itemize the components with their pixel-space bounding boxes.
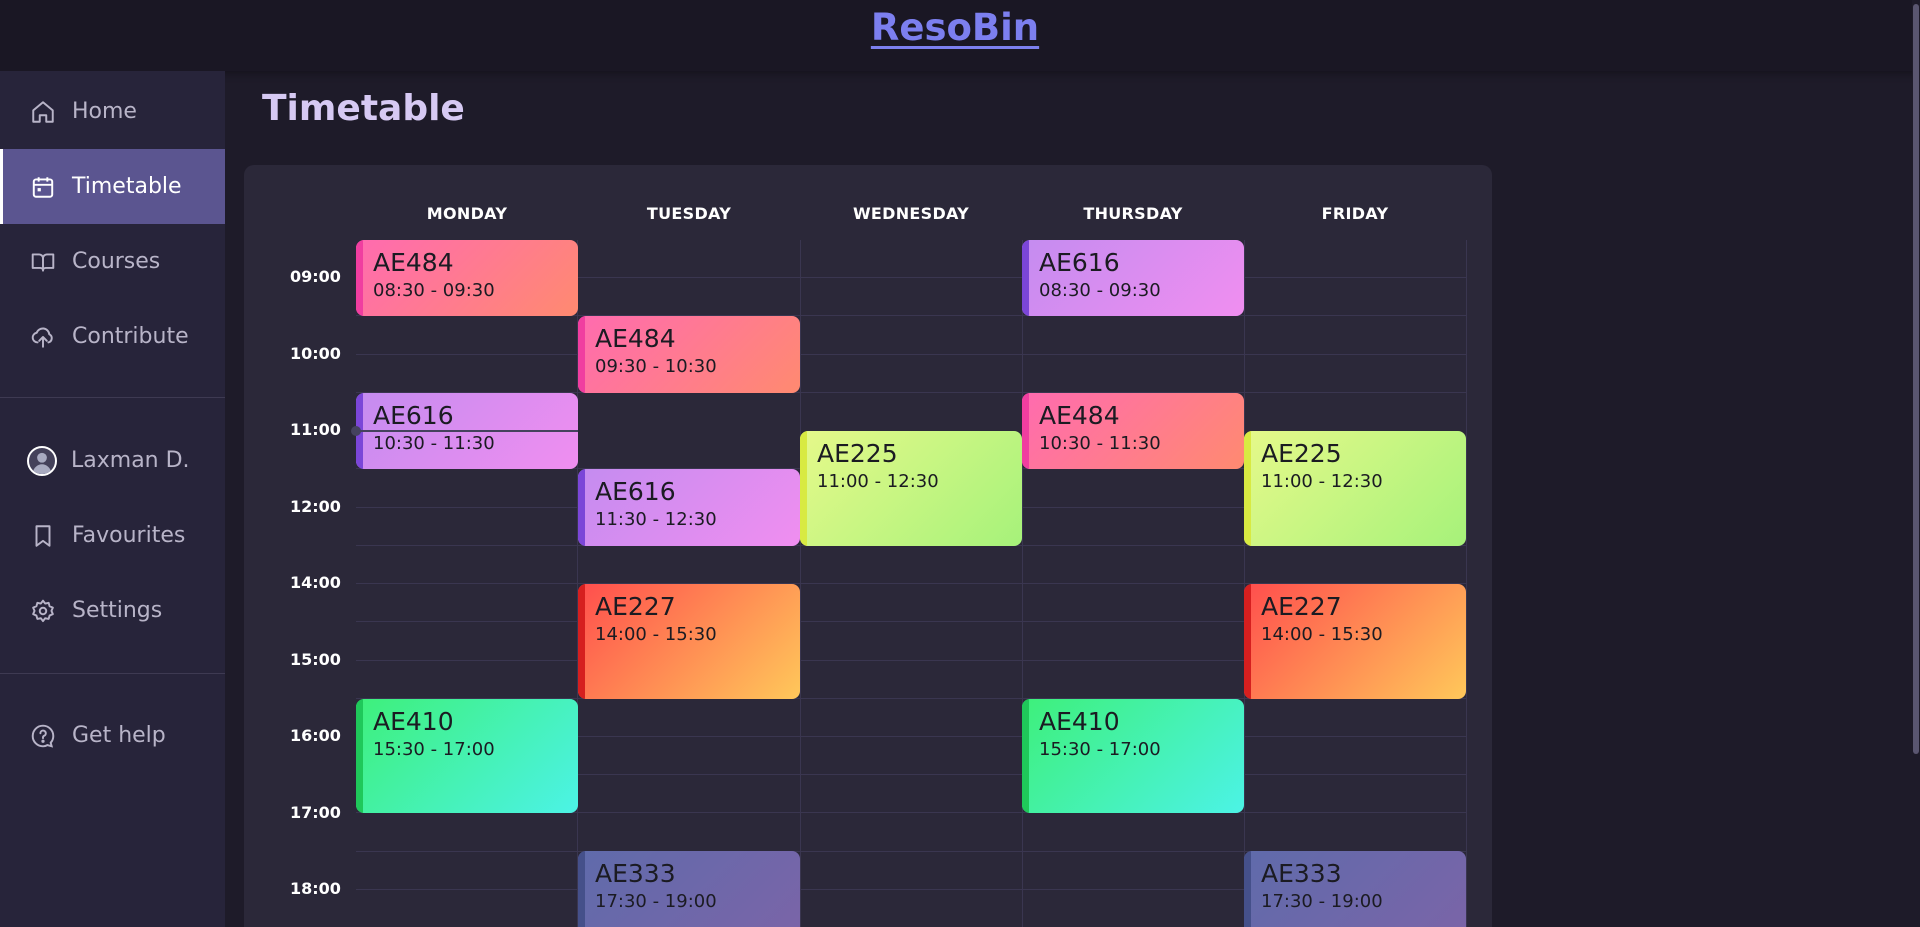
course-time: 11:00 - 12:30 [817, 471, 939, 492]
course-time: 11:00 - 12:30 [1261, 471, 1383, 492]
sidebar-item-label: Courses [72, 249, 161, 274]
sidebar-item-label: Contribute [72, 324, 189, 349]
course-time: 08:30 - 09:30 [1039, 280, 1161, 301]
course-code: AE616 [1039, 248, 1120, 277]
course-time: 11:30 - 12:30 [595, 509, 717, 530]
time-label: 14:00 [290, 573, 341, 592]
course-block-ae616[interactable]: AE616 11:30 - 12:30 [578, 469, 800, 546]
course-time: 14:00 - 15:30 [595, 624, 717, 645]
course-block-ae484[interactable]: AE484 09:30 - 10:30 [578, 316, 800, 393]
course-code: AE616 [373, 401, 454, 430]
home-icon [30, 99, 56, 125]
course-block-ae225[interactable]: AE225 11:00 - 12:30 [800, 431, 1022, 546]
time-label: 16:00 [290, 726, 341, 745]
page-title: Timetable [262, 88, 465, 129]
course-code: AE484 [1039, 401, 1120, 430]
current-time-dot [351, 426, 361, 436]
course-block-ae616[interactable]: AE616 08:30 - 09:30 [1022, 240, 1244, 316]
course-block-ae227[interactable]: AE227 14:00 - 15:30 [578, 584, 800, 699]
time-label: 12:00 [290, 497, 341, 516]
course-time: 10:30 - 11:30 [1039, 433, 1161, 454]
course-block-ae227[interactable]: AE227 14:00 - 15:30 [1244, 584, 1466, 699]
gear-icon [30, 598, 56, 624]
current-time-line [356, 430, 578, 432]
time-label: 17:00 [290, 803, 341, 822]
time-label: 09:00 [290, 267, 341, 286]
sidebar-item-label: Favourites [72, 523, 186, 548]
sidebar: Home Timetable Courses Contribute Laxman… [0, 71, 225, 927]
sidebar-item-favourites[interactable]: Favourites [0, 498, 225, 573]
course-time: 08:30 - 09:30 [373, 280, 495, 301]
bookmark-icon [30, 523, 56, 549]
book-icon [30, 249, 56, 275]
day-header: MONDAY [426, 204, 508, 223]
sidebar-divider [0, 673, 225, 674]
sidebar-item-label: Home [72, 99, 137, 124]
course-block-ae484[interactable]: AE484 10:30 - 11:30 [1022, 393, 1244, 469]
course-time: 15:30 - 17:00 [1039, 739, 1161, 760]
course-block-ae410[interactable]: AE410 15:30 - 17:00 [1022, 699, 1244, 813]
sidebar-item-help[interactable]: Get help [0, 698, 225, 773]
grid-row-line [356, 354, 1466, 355]
upload-cloud-icon [30, 324, 56, 350]
course-code: AE410 [1039, 707, 1120, 736]
day-header: FRIDAY [1321, 204, 1389, 223]
calendar-icon [30, 174, 56, 200]
course-code: AE227 [1261, 592, 1342, 621]
course-code: AE484 [373, 248, 454, 277]
day-header: WEDNESDAY [852, 204, 970, 223]
course-block-ae333[interactable]: AE333 17:30 - 19:00 [1244, 851, 1466, 927]
course-time: 10:30 - 11:30 [373, 433, 495, 454]
sidebar-divider [0, 397, 225, 398]
sidebar-item-timetable[interactable]: Timetable [0, 149, 225, 224]
grid-column-line [1466, 240, 1467, 927]
course-block-ae410[interactable]: AE410 15:30 - 17:00 [356, 699, 578, 813]
brand-logo[interactable]: ResoBin [0, 6, 1910, 49]
help-icon [30, 723, 56, 749]
course-code: AE410 [373, 707, 454, 736]
course-time: 17:30 - 19:00 [595, 891, 717, 912]
sidebar-item-label: Settings [72, 598, 163, 623]
sidebar-item-courses[interactable]: Courses [0, 224, 225, 299]
sidebar-item-home[interactable]: Home [0, 74, 225, 149]
sidebar-item-user[interactable]: Laxman D. [0, 423, 225, 498]
course-code: AE227 [595, 592, 676, 621]
time-label: 18:00 [290, 879, 341, 898]
sidebar-item-contribute[interactable]: Contribute [0, 299, 225, 374]
sidebar-item-label: Timetable [72, 174, 182, 199]
avatar [27, 445, 57, 476]
course-block-ae484[interactable]: AE484 08:30 - 09:30 [356, 240, 578, 316]
sidebar-item-label: Get help [72, 723, 166, 748]
course-time: 14:00 - 15:30 [1261, 624, 1383, 645]
day-header: THURSDAY [1083, 204, 1183, 223]
course-code: AE333 [595, 859, 676, 888]
course-code: AE225 [817, 439, 898, 468]
top-bar: ResoBin [0, 0, 1920, 71]
user-name: Laxman D. [71, 448, 190, 473]
time-label: 10:00 [290, 344, 341, 363]
course-code: AE616 [595, 477, 676, 506]
course-code: AE333 [1261, 859, 1342, 888]
course-time: 15:30 - 17:00 [373, 739, 495, 760]
scrollbar-thumb[interactable] [1913, 4, 1919, 754]
time-label: 15:00 [290, 650, 341, 669]
day-header: TUESDAY [646, 204, 732, 223]
sidebar-item-settings[interactable]: Settings [0, 573, 225, 648]
course-code: AE484 [595, 324, 676, 353]
course-time: 17:30 - 19:00 [1261, 891, 1383, 912]
course-code: AE225 [1261, 439, 1342, 468]
course-block-ae225[interactable]: AE225 11:00 - 12:30 [1244, 431, 1466, 546]
course-time: 09:30 - 10:30 [595, 356, 717, 377]
time-label: 11:00 [290, 420, 341, 439]
course-block-ae333[interactable]: AE333 17:30 - 19:00 [578, 851, 800, 927]
